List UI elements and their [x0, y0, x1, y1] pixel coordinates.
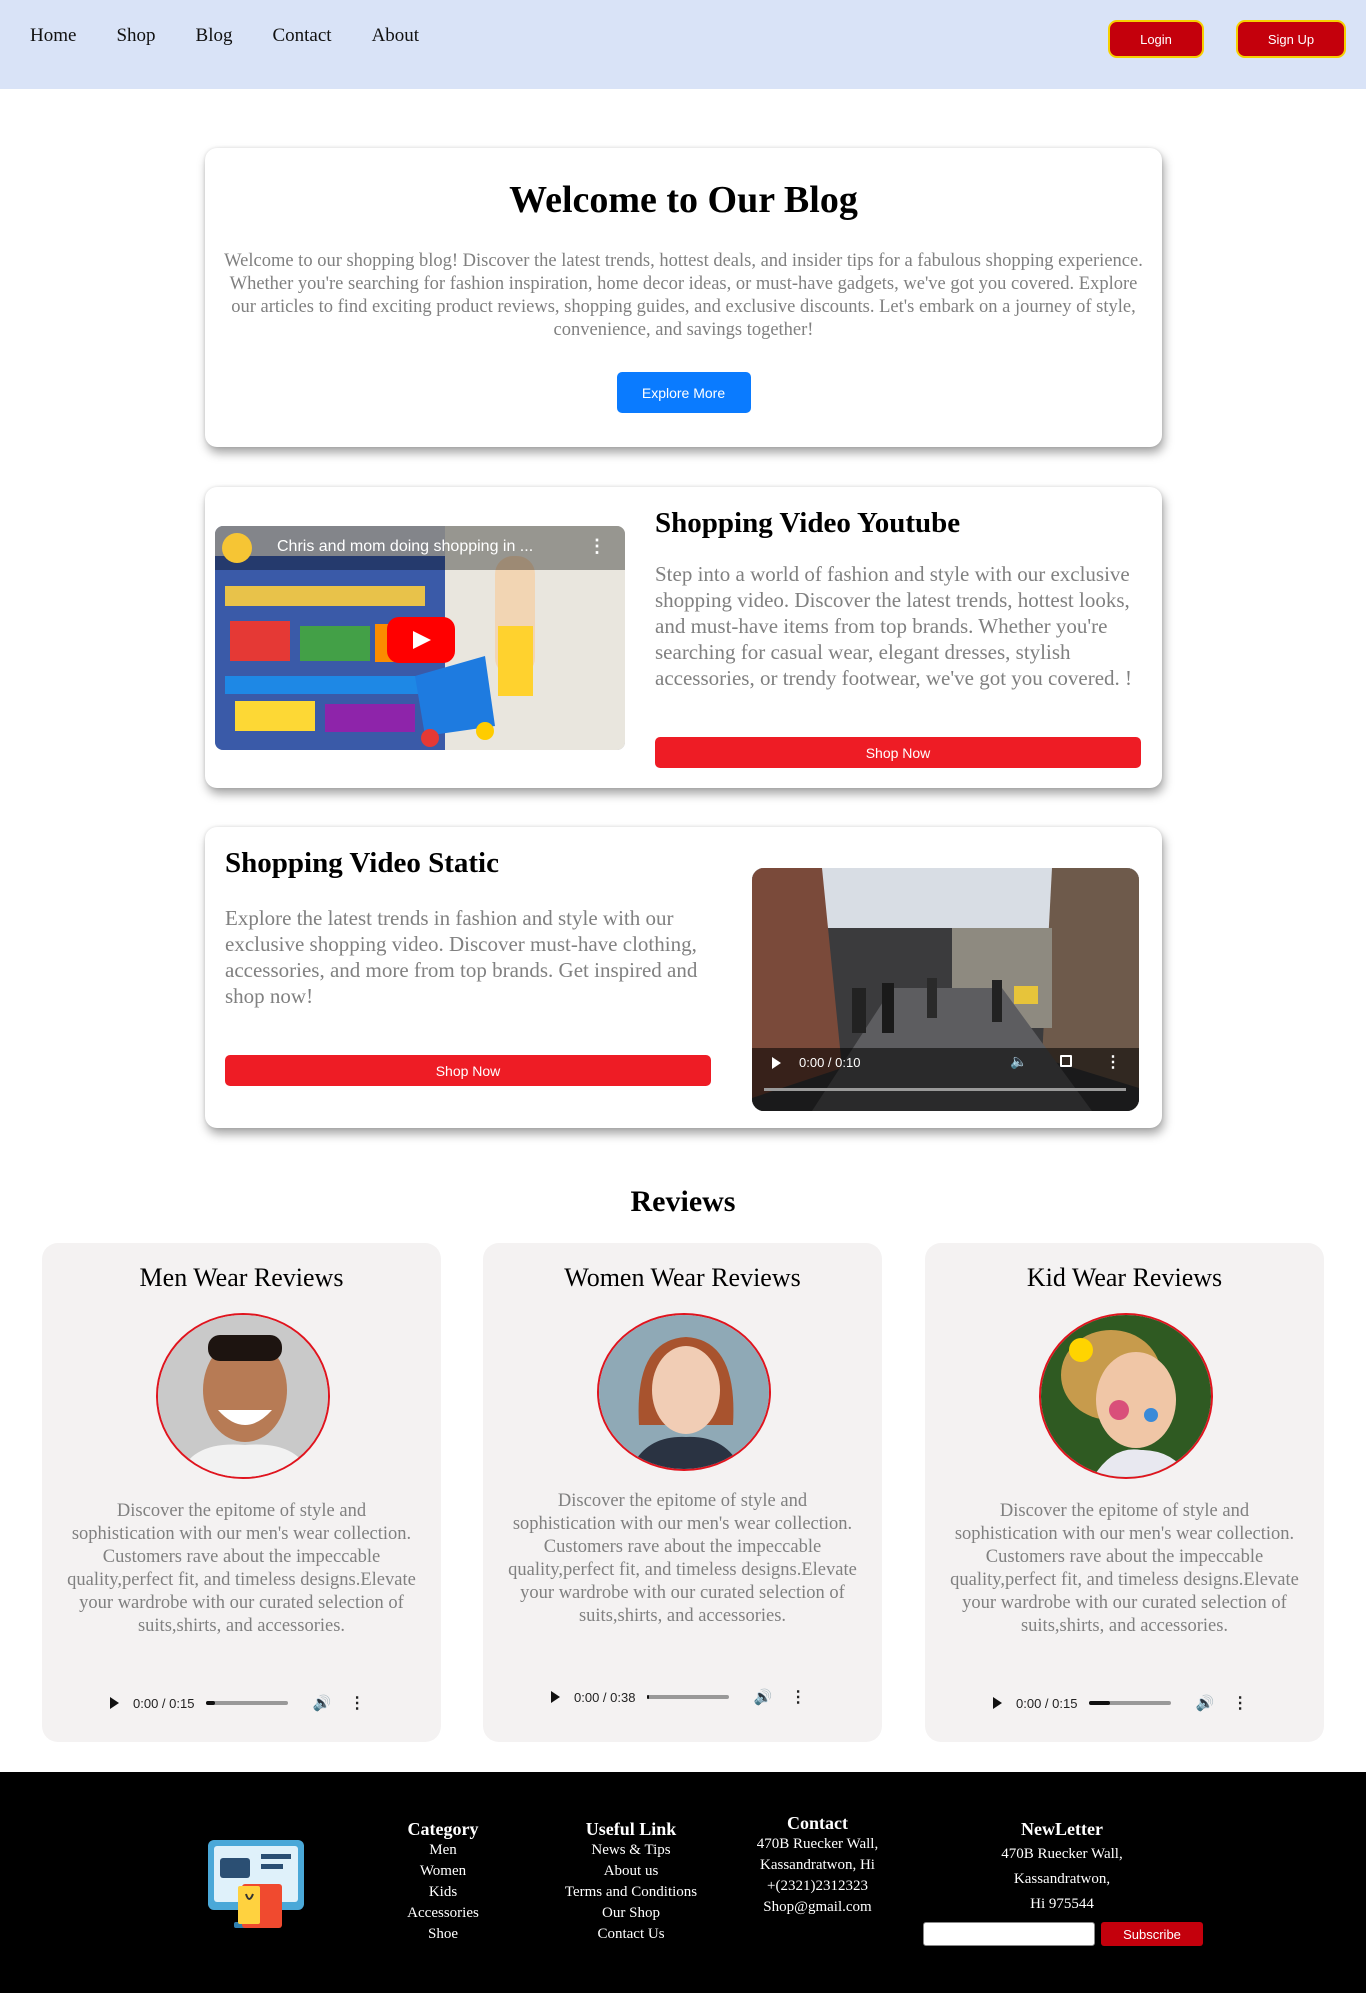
review-title: Women Wear Reviews — [564, 1263, 801, 1292]
static-section-text: Explore the latest trends in fashion and… — [225, 906, 698, 1008]
footer-contact-line: +(2321)2312323 — [767, 1878, 868, 1894]
footer-newsletter-line: Hi 975544 — [1030, 1896, 1094, 1912]
footer-link[interactable]: Contact Us — [550, 1924, 712, 1945]
footer-link[interactable]: Shoe — [380, 1924, 506, 1945]
footer-newsletter: NewLetter 470B Ruecker Wall, Kassandratw… — [976, 1817, 1148, 1917]
more-options-icon[interactable]: ⋮ — [790, 1687, 806, 1707]
video-time: 0:00 / 0:10 — [799, 1055, 861, 1070]
more-options-icon[interactable]: ⋮ — [588, 536, 606, 557]
youtube-section-text: Step into a world of fashion and style w… — [655, 562, 1133, 690]
youtube-play-icon[interactable] — [387, 617, 455, 663]
login-button[interactable]: Login — [1108, 20, 1204, 58]
youtube-video-card: Chris and mom doing shopping in ... ⋮ Sh… — [205, 487, 1162, 788]
volume-icon[interactable]: 🔊 — [1195, 1694, 1214, 1712]
shop-now-button[interactable]: Shop Now — [655, 737, 1141, 768]
play-icon[interactable] — [110, 1697, 119, 1709]
nav-shop[interactable]: Shop — [116, 25, 155, 47]
review-text: Discover the epitome of style and sophis… — [508, 1491, 857, 1626]
signup-button[interactable]: Sign Up — [1236, 20, 1346, 58]
volume-icon[interactable]: 🔊 — [312, 1694, 331, 1712]
shop-logo-icon — [206, 1832, 306, 1932]
footer-newsletter-line: 470B Ruecker Wall, — [1001, 1846, 1123, 1862]
footer-link[interactable]: Terms and Conditions — [550, 1882, 712, 1903]
footer-link[interactable]: Kids — [380, 1882, 506, 1903]
shop-now-button-static[interactable]: Shop Now — [225, 1055, 711, 1086]
audio-progress-fill — [1089, 1701, 1110, 1705]
audio-player[interactable]: 0:00 / 0:15 🔊 ⋮ — [102, 1686, 392, 1720]
static-video-player[interactable]: 0:00 / 0:10 🔈 ⋮ — [752, 868, 1139, 1111]
avatar — [597, 1313, 771, 1471]
video-frame — [752, 868, 1139, 1111]
footer-contact-line: 470B Ruecker Wall, — [756, 1836, 879, 1852]
audio-progress-fill — [206, 1701, 215, 1705]
nav-contact[interactable]: Contact — [272, 25, 331, 47]
footer-contact-line: Kassandratwon, Hi — [760, 1857, 875, 1873]
footer-category: Category Men Women Kids Accessories Shoe — [380, 1819, 506, 1945]
footer-useful-links: Useful Link News & Tips About us Terms a… — [550, 1819, 712, 1945]
footer-contact-title: Contact — [787, 1813, 848, 1833]
review-card-kids: Kid Wear Reviews Discover the epitome of… — [925, 1243, 1324, 1742]
audio-progress[interactable] — [1089, 1701, 1172, 1705]
audio-time: 0:00 / 0:15 — [1016, 1695, 1078, 1711]
youtube-video-embed[interactable]: Chris and mom doing shopping in ... ⋮ — [215, 526, 625, 750]
footer: Category Men Women Kids Accessories Shoe… — [0, 1772, 1366, 1993]
footer-useful-title: Useful Link — [585, 1819, 677, 1839]
footer-link[interactable]: News & Tips — [550, 1840, 712, 1861]
footer-newsletter-title: NewLetter — [1021, 1819, 1103, 1839]
volume-icon[interactable]: 🔊 — [753, 1688, 772, 1706]
nav-links: Home Shop Blog Contact About — [30, 25, 459, 47]
fullscreen-icon[interactable] — [1060, 1055, 1072, 1067]
mute-icon[interactable]: 🔈 — [1010, 1054, 1027, 1070]
review-text: Discover the epitome of style and sophis… — [67, 1501, 416, 1636]
newsletter-email-input[interactable] — [923, 1922, 1095, 1946]
audio-player[interactable]: 0:00 / 0:15 🔊 ⋮ — [985, 1686, 1275, 1720]
footer-category-title: Category — [407, 1819, 479, 1839]
footer-link[interactable]: Women — [380, 1861, 506, 1882]
more-options-icon[interactable]: ⋮ — [349, 1693, 365, 1713]
audio-progress[interactable] — [206, 1701, 289, 1705]
footer-contact-line[interactable]: Shop@gmail.com — [735, 1897, 900, 1918]
avatar — [156, 1313, 330, 1479]
footer-link[interactable]: Accessories — [380, 1903, 506, 1924]
nav-blog[interactable]: Blog — [196, 25, 233, 47]
subscribe-button[interactable]: Subscribe — [1101, 1922, 1203, 1946]
hero-text: Welcome to our shopping blog! Discover t… — [224, 251, 1143, 340]
audio-time: 0:00 / 0:15 — [133, 1695, 195, 1711]
navbar: Home Shop Blog Contact About Login Sign … — [0, 0, 1366, 89]
hero-title: Welcome to Our Blog — [509, 179, 858, 221]
avatar — [1039, 1313, 1213, 1479]
nav-about[interactable]: About — [372, 25, 420, 47]
review-card-women: Women Wear Reviews Discover the epitome … — [483, 1243, 882, 1742]
video-more-icon[interactable]: ⋮ — [1105, 1052, 1121, 1072]
audio-time: 0:00 / 0:38 — [574, 1689, 636, 1705]
review-title: Kid Wear Reviews — [1026, 1263, 1223, 1292]
audio-player[interactable]: 0:00 / 0:38 🔊 ⋮ — [543, 1680, 833, 1714]
play-icon[interactable] — [993, 1697, 1002, 1709]
review-title: Men Wear Reviews — [139, 1263, 344, 1292]
audio-progress[interactable] — [647, 1695, 730, 1699]
static-video-card: Shopping Video Static Explore the latest… — [205, 827, 1162, 1128]
footer-newsletter-line: Kassandratwon, — [1013, 1871, 1111, 1887]
youtube-section-title: Shopping Video Youtube — [655, 507, 961, 539]
static-section-title: Shopping Video Static — [225, 847, 499, 879]
video-progress-bar[interactable] — [764, 1088, 1126, 1091]
footer-link[interactable]: Our Shop — [550, 1903, 712, 1924]
nav-home[interactable]: Home — [30, 25, 76, 47]
reviews-title: Reviews — [630, 1185, 736, 1218]
more-options-icon[interactable]: ⋮ — [1232, 1693, 1248, 1713]
audio-progress-fill — [647, 1695, 650, 1699]
youtube-video-title: Chris and mom doing shopping in ... — [277, 538, 534, 555]
footer-link[interactable]: Men — [380, 1840, 506, 1861]
hero-card: Welcome to Our Blog Welcome to our shopp… — [205, 148, 1162, 447]
review-card-men: Men Wear Reviews Discover the epitome of… — [42, 1243, 441, 1742]
footer-link[interactable]: About us — [550, 1861, 712, 1882]
review-text: Discover the epitome of style and sophis… — [950, 1501, 1299, 1636]
footer-contact: Contact 470B Ruecker Wall, Kassandratwon… — [735, 1813, 900, 1918]
explore-more-button[interactable]: Explore More — [616, 372, 751, 413]
video-play-icon[interactable] — [772, 1057, 781, 1069]
play-icon[interactable] — [551, 1691, 560, 1703]
